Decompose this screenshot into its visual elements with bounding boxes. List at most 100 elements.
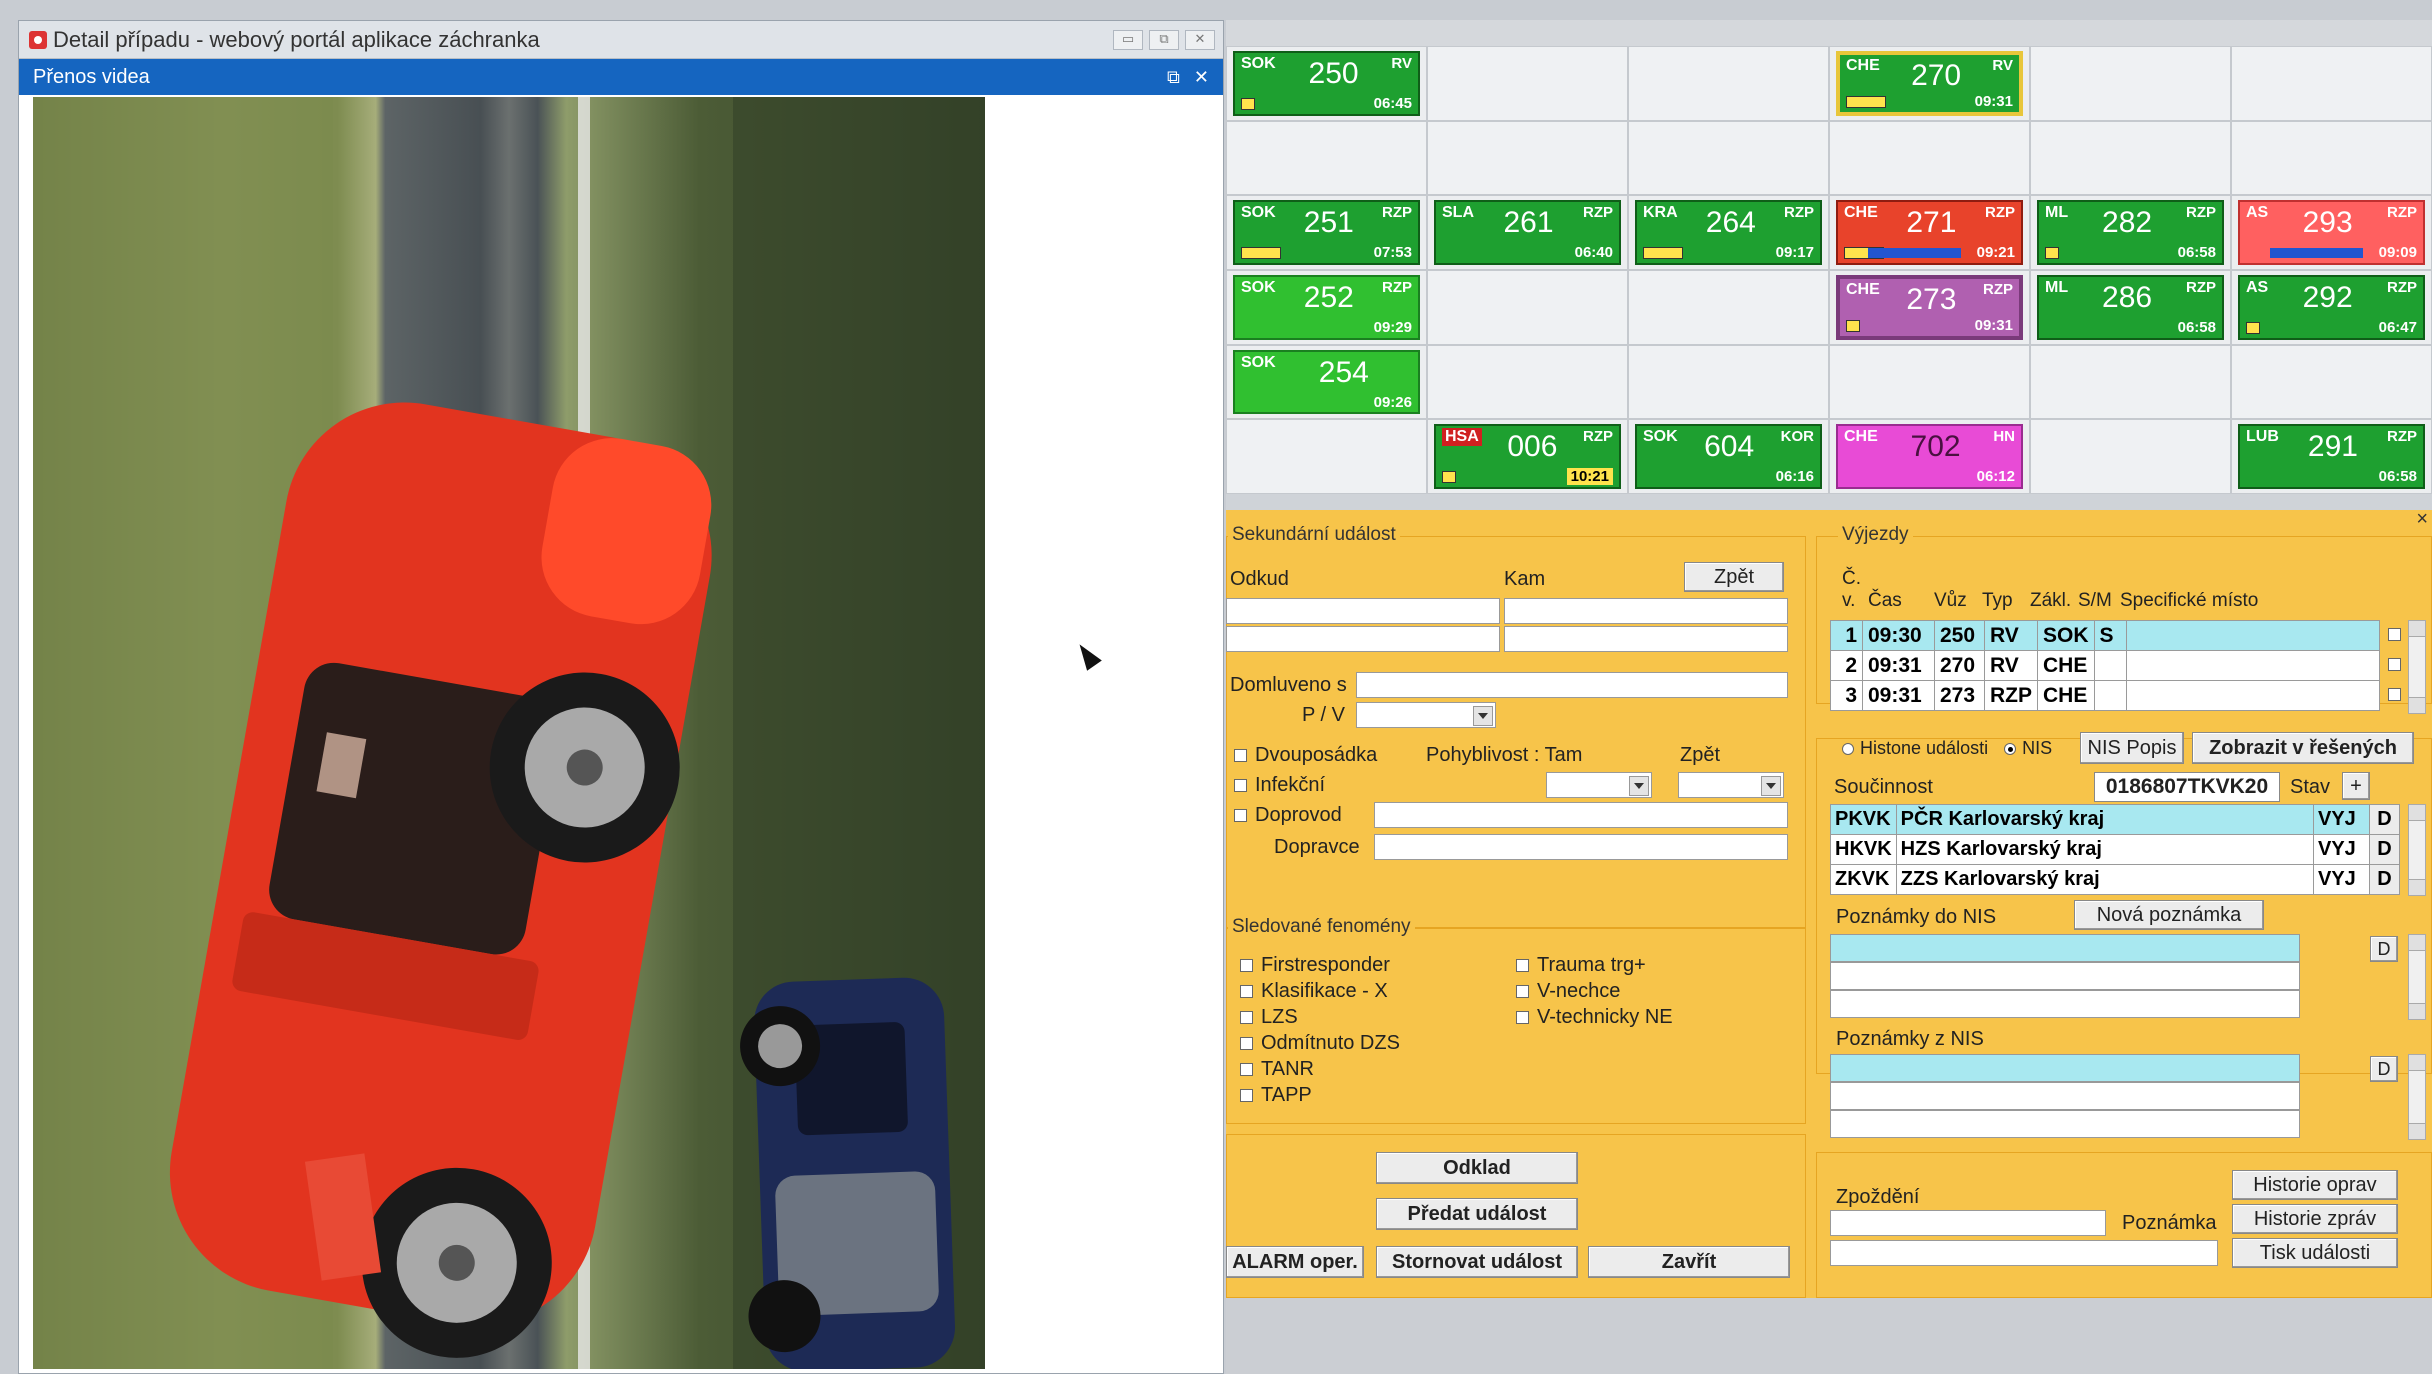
row-checkbox[interactable] <box>2388 688 2409 701</box>
grid-cell[interactable] <box>2231 46 2432 121</box>
table-row[interactable]: PKVK PČR Karlovarský kraj VYJ D <box>1830 804 2400 835</box>
v-nechce-checkbox[interactable]: V-nechce <box>1516 980 1620 1003</box>
doprovod-checkbox[interactable]: Doprovod <box>1234 804 1342 827</box>
grid-cell[interactable] <box>1829 344 2030 420</box>
dvouposadka-checkbox[interactable]: Dvouposádka <box>1234 744 1377 767</box>
grid-cell[interactable]: CHE 273 RZP 09:31 <box>1829 269 2030 345</box>
table-row[interactable]: 3 09:31 273 RZP CHE <box>1830 680 2381 711</box>
grid-cell[interactable]: SLA 261 RZP 06:40 <box>1427 195 1628 270</box>
popup-titlebar[interactable]: Detail případu - webový portál aplikace … <box>19 21 1223 59</box>
grid-cell[interactable]: CHE 702 HN 06:12 <box>1829 419 2030 494</box>
poznamka-input[interactable] <box>1830 1240 2218 1266</box>
note-to-nis-row[interactable] <box>1830 990 2300 1018</box>
grid-cell[interactable] <box>2030 46 2231 121</box>
minimize-button[interactable]: ▭ <box>1113 29 1143 50</box>
tapp-checkbox[interactable]: TAPP <box>1240 1084 1312 1107</box>
unit-tile[interactable]: ML 282 RZP 06:58 <box>2037 200 2224 265</box>
grid-cell[interactable] <box>1829 120 2030 196</box>
unit-tile[interactable]: LUB 291 RZP 06:58 <box>2238 424 2425 489</box>
grid-cell[interactable]: HSA 006 RZP 10:21 <box>1427 419 1628 494</box>
row-checkbox[interactable] <box>2388 628 2409 641</box>
vyjezdy-scrollbar[interactable] <box>2408 620 2426 714</box>
grid-cell[interactable] <box>1226 419 1427 494</box>
detail-button[interactable]: D <box>2369 834 2400 865</box>
detail-button[interactable]: D <box>2369 804 2400 835</box>
grid-cell[interactable]: SOK 250 RV 06:45 <box>1226 46 1427 121</box>
klasifikace-checkbox[interactable]: Klasifikace - X <box>1240 980 1388 1003</box>
note-from-nis-row[interactable] <box>1830 1110 2300 1138</box>
note-to-nis-row[interactable] <box>1830 962 2300 990</box>
alarm-oper-button[interactable]: ALARM oper. <box>1226 1246 1364 1278</box>
unit-tile[interactable]: SOK 251 RZP 07:53 <box>1233 200 1420 265</box>
note-to-nis-row[interactable] <box>1830 934 2300 962</box>
grid-cell[interactable] <box>1628 344 1829 420</box>
odklad-button[interactable]: Odklad <box>1376 1152 1578 1184</box>
nis-radio[interactable]: NIS <box>2004 738 2052 759</box>
detail-button[interactable]: D <box>2370 936 2398 962</box>
zpet-button[interactable]: Zpět <box>1684 562 1784 592</box>
odmitnuto-dzs-checkbox[interactable]: Odmítnuto DZS <box>1240 1032 1400 1055</box>
pohyblivost-tam-select[interactable] <box>1546 772 1652 798</box>
table-row[interactable]: 2 09:31 270 RV CHE <box>1830 650 2381 681</box>
grid-cell[interactable]: SOK 251 RZP 07:53 <box>1226 195 1427 270</box>
pv-select[interactable] <box>1356 702 1496 728</box>
historie-radio[interactable]: Histone události <box>1842 738 1988 759</box>
grid-cell[interactable]: CHE 270 RV 09:31 <box>1829 46 2030 121</box>
grid-cell[interactable]: ML 282 RZP 06:58 <box>2030 195 2231 270</box>
close-icon[interactable]: ✕ <box>1194 67 1209 88</box>
grid-cell[interactable]: KRA 264 RZP 09:17 <box>1628 195 1829 270</box>
table-row[interactable]: 1 09:30 250 RV SOK S <box>1830 620 2381 651</box>
unit-tile[interactable]: CHE 273 RZP 09:31 <box>1836 274 2023 340</box>
grid-cell[interactable] <box>1628 269 1829 345</box>
kam-input-1[interactable] <box>1504 598 1788 624</box>
add-button[interactable]: + <box>2342 772 2370 800</box>
grid-cell[interactable] <box>1628 46 1829 121</box>
unit-tile[interactable]: ML 286 RZP 06:58 <box>2037 274 2224 340</box>
historie-oprav-button[interactable]: Historie oprav <box>2232 1170 2398 1200</box>
note-from-nis-row[interactable] <box>1830 1082 2300 1110</box>
v-technicky-ne-checkbox[interactable]: V-technicky NE <box>1516 1006 1673 1029</box>
grid-cell[interactable]: AS 292 RZP 06:47 <box>2231 269 2432 345</box>
zpozdeni-input[interactable] <box>1830 1210 2106 1236</box>
grid-cell[interactable]: AS 293 RZP 09:09 <box>2231 195 2432 270</box>
grid-cell[interactable] <box>2030 120 2231 196</box>
maximize-button[interactable]: ⧉ <box>1149 29 1179 50</box>
unit-tile[interactable]: SOK 250 RV 06:45 <box>1233 51 1420 116</box>
tanr-checkbox[interactable]: TANR <box>1240 1058 1314 1081</box>
row-checkbox[interactable] <box>2388 658 2409 671</box>
note-from-nis-row[interactable] <box>1830 1054 2300 1082</box>
grid-cell[interactable]: SOK 254 09:26 <box>1226 344 1427 420</box>
unit-tile[interactable]: SOK 604 KOR 06:16 <box>1635 424 1822 489</box>
grid-cell[interactable] <box>2231 120 2432 196</box>
detail-button[interactable]: D <box>2370 1056 2398 1082</box>
stornovat-udalost-button[interactable]: Stornovat událost <box>1376 1246 1578 1278</box>
domluveno-input[interactable] <box>1356 672 1788 698</box>
unit-tile[interactable]: SOK 254 09:26 <box>1233 349 1420 415</box>
notes-from-scrollbar[interactable] <box>2408 1054 2426 1140</box>
table-row[interactable]: ZKVK ZZS Karlovarský kraj VYJ D <box>1830 864 2400 895</box>
unit-tile[interactable]: AS 293 RZP 09:09 <box>2238 200 2425 265</box>
tisk-udalosti-button[interactable]: Tisk události <box>2232 1238 2398 1268</box>
lzs-checkbox[interactable]: LZS <box>1240 1006 1298 1029</box>
grid-cell[interactable]: LUB 291 RZP 06:58 <box>2231 419 2432 494</box>
predat-udalost-button[interactable]: Předat událost <box>1376 1198 1578 1230</box>
nis-popis-button[interactable]: NIS Popis <box>2080 732 2184 764</box>
unit-tile[interactable]: SLA 261 RZP 06:40 <box>1434 200 1621 265</box>
grid-cell[interactable] <box>1226 120 1427 196</box>
unit-tile[interactable]: CHE 270 RV 09:31 <box>1836 51 2023 116</box>
unit-tile[interactable]: CHE 271 RZP 09:21 <box>1836 200 2023 265</box>
close-button[interactable]: ✕ <box>1185 29 1215 50</box>
unit-tile[interactable]: CHE 702 HN 06:12 <box>1836 424 2023 489</box>
nova-poznamka-button[interactable]: Nová poznámka <box>2074 900 2264 930</box>
kam-input-2[interactable] <box>1504 626 1788 652</box>
odkud-input-1[interactable] <box>1226 598 1500 624</box>
close-icon[interactable]: × <box>2416 508 2428 531</box>
grid-cell[interactable] <box>2030 344 2231 420</box>
trauma-checkbox[interactable]: Trauma trg+ <box>1516 954 1646 977</box>
unit-tile[interactable]: AS 292 RZP 06:47 <box>2238 274 2425 340</box>
dopravce-input[interactable] <box>1374 834 1788 860</box>
grid-cell[interactable] <box>1427 120 1628 196</box>
grid-cell[interactable] <box>1427 269 1628 345</box>
agency-scrollbar[interactable] <box>2408 804 2426 896</box>
zobrazit-v-resenych-button[interactable]: Zobrazit v řešených <box>2192 732 2414 764</box>
